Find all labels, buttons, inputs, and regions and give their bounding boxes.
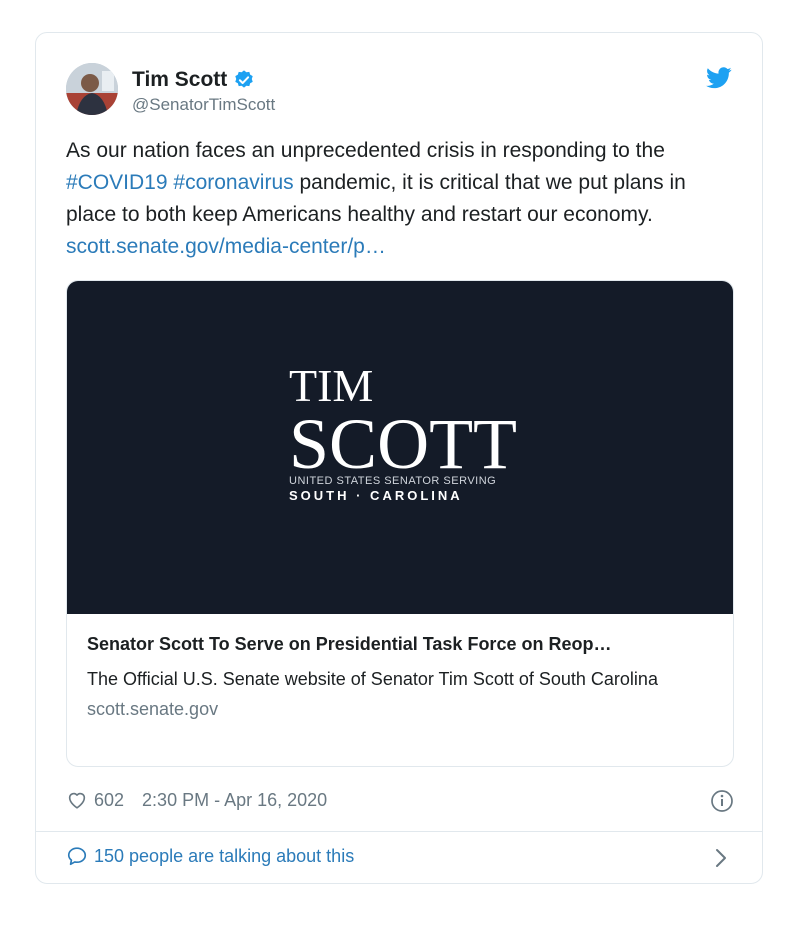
author-handle[interactable]: @SenatorTimScott [132, 95, 275, 115]
hashtag-covid19-link[interactable]: #COVID19 [66, 171, 168, 194]
avatar-image [66, 63, 118, 115]
heart-icon[interactable] [66, 789, 88, 811]
tweet-text: As our nation faces an unprecedented cri… [66, 135, 736, 263]
embedded-tweet: Tim Scott @SenatorTimScott As our nation… [35, 32, 763, 884]
card-description: The Official U.S. Senate website of Sena… [87, 669, 658, 689]
link-preview-card[interactable]: TIM SCOTT UNITED STATES SENATOR SERVING … [66, 280, 734, 767]
tweet-url-link[interactable]: scott.senate.gov/media-center/p… [66, 235, 386, 258]
divider [36, 831, 762, 832]
tweet-text-part1: As our nation faces an unprecedented cri… [66, 139, 665, 162]
speech-bubble-icon [67, 847, 87, 866]
tweet-timestamp[interactable]: 2:30 PM - Apr 16, 2020 [142, 790, 327, 811]
tim-scott-logo: TIM SCOTT UNITED STATES SENATOR SERVING … [289, 360, 517, 503]
card-image[interactable]: TIM SCOTT UNITED STATES SENATOR SERVING … [67, 281, 733, 614]
conversation-link[interactable]: 150 people are talking about this [66, 845, 354, 867]
chevron-right-icon[interactable] [714, 847, 728, 869]
like-count[interactable]: 602 [94, 790, 124, 811]
tweet-meta: 602 2:30 PM - Apr 16, 2020 [66, 789, 327, 811]
hashtag-coronavirus-link[interactable]: #coronavirus [173, 171, 293, 194]
card-body[interactable]: Senator Scott To Serve on Presidential T… [67, 614, 733, 738]
verified-badge-icon [235, 70, 254, 88]
card-title[interactable]: Senator Scott To Serve on Presidential T… [87, 634, 713, 655]
conversation-label[interactable]: 150 people are talking about this [94, 846, 354, 867]
twitter-bird-icon[interactable] [706, 67, 732, 89]
info-icon[interactable] [710, 789, 734, 813]
logo-line-state: SOUTH · CAROLINA [289, 488, 463, 503]
logo-line-senator: UNITED STATES SENATOR SERVING [289, 475, 496, 487]
card-domain: scott.senate.gov [87, 699, 219, 719]
author-name[interactable]: Tim Scott [132, 68, 227, 92]
author-avatar[interactable] [66, 63, 118, 115]
